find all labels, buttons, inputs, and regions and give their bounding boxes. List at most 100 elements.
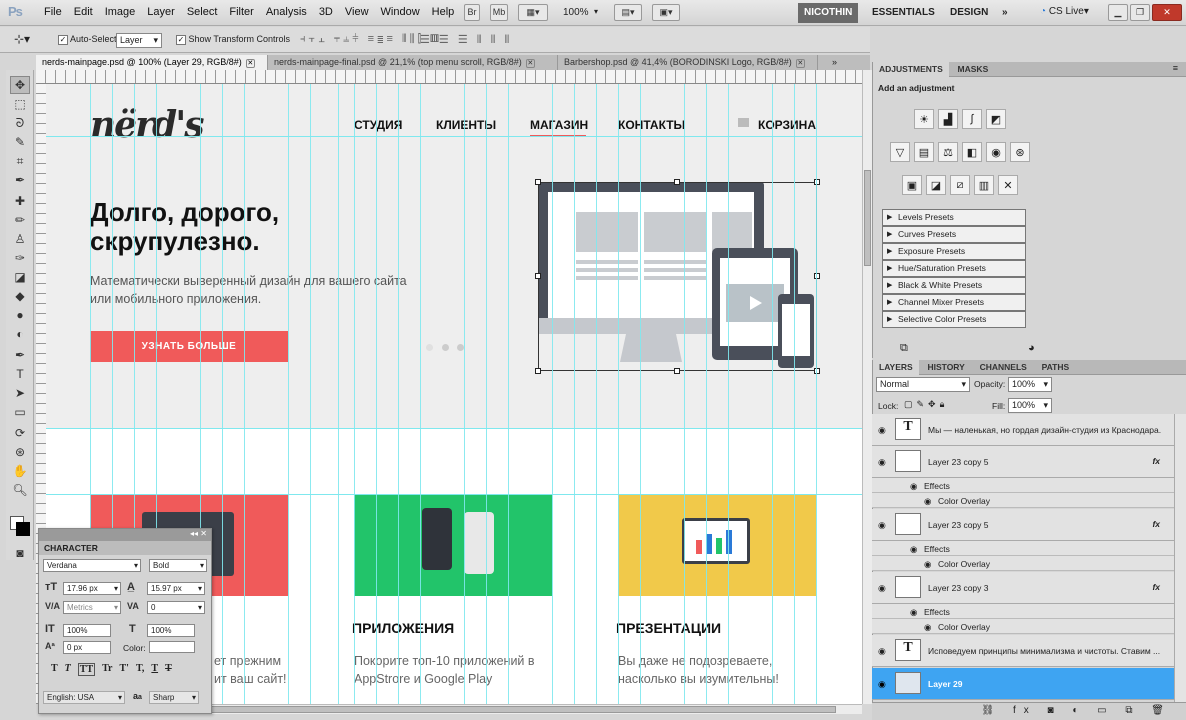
reset-icon[interactable]: ◕ (1028, 342, 1035, 354)
tab-layers[interactable]: LAYERS (873, 360, 919, 375)
slider-dot[interactable] (442, 344, 449, 351)
guide-line[interactable] (464, 84, 465, 704)
close-tab-icon[interactable]: ✕ (245, 59, 255, 68)
preset-black-white[interactable]: Black & White Presets (882, 277, 1026, 294)
transform-handle[interactable] (814, 273, 820, 279)
fx-icon[interactable]: fx (1152, 456, 1160, 466)
menu-window[interactable]: Window (381, 6, 428, 18)
extras-button[interactable]: ▦▾ (518, 4, 548, 21)
auto-select-toggle[interactable]: ✓ Auto-Select: (58, 34, 119, 45)
tab-adjustments[interactable]: ADJUSTMENTS (873, 62, 949, 77)
zoom-tool-icon[interactable]: 🔍︎ (10, 481, 30, 499)
layer-row[interactable]: ◉ Layer 23 copy 5 fx (872, 509, 1174, 541)
vibrance-icon[interactable]: ▽ (890, 142, 910, 162)
close-tab-icon[interactable]: ✕ (525, 59, 535, 68)
workspace-nicothin[interactable]: NICOTHIN (798, 3, 859, 23)
superscript-button[interactable]: T' (120, 663, 129, 676)
effects-row[interactable]: ◉ Effects (872, 478, 1174, 493)
guide-line[interactable] (772, 84, 773, 704)
faux-italic-button[interactable]: T (65, 663, 71, 676)
eyedropper-tool-icon[interactable]: ✒ (10, 171, 30, 189)
transform-handle[interactable] (814, 368, 820, 374)
gradient-map-icon[interactable]: ▥ (974, 175, 994, 195)
preset-exposure[interactable]: Exposure Presets (882, 243, 1026, 260)
visibility-eye-icon[interactable]: ◉ (878, 646, 886, 657)
hand-tool-icon[interactable]: ✋ (10, 462, 30, 480)
guide-line[interactable] (728, 84, 729, 704)
horizontal-scale-input[interactable]: 100% (147, 624, 195, 637)
guide-line[interactable] (222, 84, 223, 704)
panel-menu-icon[interactable]: ≡ (1173, 63, 1178, 73)
guide-line[interactable] (288, 84, 289, 704)
menu-image[interactable]: Image (105, 6, 144, 18)
auto-select-checkbox[interactable]: ✓ (58, 34, 68, 45)
show-transform-checkbox[interactable]: ✓ (176, 34, 186, 45)
guide-line-horizontal[interactable] (46, 494, 862, 495)
guide-line[interactable] (486, 84, 487, 704)
effects-row[interactable]: ◉ Effects (872, 541, 1174, 556)
effect-row[interactable]: ◉ Color Overlay (872, 556, 1174, 571)
guide-line[interactable] (420, 84, 421, 704)
type-tool-icon[interactable]: T (10, 365, 30, 383)
visibility-eye-icon[interactable]: ◉ (878, 679, 886, 690)
cs-live-button[interactable]: ◔ CS Live▾ (1040, 6, 1089, 17)
nav-shop[interactable]: МАГАЗИН (530, 118, 588, 132)
restore-button[interactable]: ❐ (1130, 4, 1150, 21)
lasso-tool-icon[interactable]: ᘐ (10, 114, 30, 132)
slider-dot[interactable] (457, 344, 464, 351)
transform-handle[interactable] (535, 179, 541, 185)
visibility-eye-icon[interactable]: ◉ (878, 457, 886, 468)
preset-channel-mixer[interactable]: Channel Mixer Presets (882, 294, 1026, 311)
arrange-documents-button[interactable]: ▤▾ (614, 4, 642, 21)
transform-handle[interactable] (674, 179, 680, 185)
channel-mixer-icon[interactable]: ⊛ (1010, 142, 1030, 162)
eraser-tool-icon[interactable]: ◪ (10, 268, 30, 286)
transform-handle[interactable] (674, 368, 680, 374)
move-tool-preset-icon[interactable]: ⊹▾ (14, 32, 30, 46)
visibility-eye-icon[interactable]: ◉ (878, 583, 886, 594)
fx-icon[interactable]: fx (1152, 519, 1160, 529)
foreground-color-swatch[interactable] (16, 522, 30, 536)
layers-scrollbar[interactable] (1174, 414, 1186, 704)
path-selection-tool-icon[interactable]: ➤ (10, 384, 30, 402)
3d-rotate-tool-icon[interactable]: ⟳ (10, 424, 30, 442)
threshold-icon[interactable]: ⧄ (950, 175, 970, 195)
layer-row[interactable]: ◉ T Мы — наленькая, но гордая дизайн-студи… (872, 414, 1174, 446)
nav-cart[interactable]: КОРЗИНА (758, 118, 816, 132)
menu-select[interactable]: Select (187, 6, 226, 18)
auto-select-dropdown[interactable]: Layer (116, 33, 162, 48)
preset-curves[interactable]: Curves Presets (882, 226, 1026, 243)
subscript-button[interactable]: T, (136, 663, 144, 676)
menu-analysis[interactable]: Analysis (266, 6, 315, 18)
preset-levels[interactable]: Levels Presets (882, 209, 1026, 226)
move-tool-icon[interactable]: ✥ (10, 76, 30, 94)
brush-tool-icon[interactable]: ✏ (10, 211, 30, 229)
bridge-button[interactable]: Br (464, 4, 480, 21)
minimize-button[interactable]: ▁ (1108, 4, 1128, 21)
healing-brush-tool-icon[interactable]: ✚ (10, 192, 30, 210)
levels-icon[interactable]: ▟ (938, 109, 958, 129)
anti-alias-dropdown[interactable]: Sharp (149, 691, 199, 704)
history-brush-tool-icon[interactable]: ✑ (10, 249, 30, 267)
menu-help[interactable]: Help (432, 6, 463, 18)
effect-row[interactable]: ◉ Color Overlay (872, 619, 1174, 634)
guide-line[interactable] (244, 84, 245, 704)
transform-handle[interactable] (535, 273, 541, 279)
tab-channels[interactable]: CHANNELS (974, 360, 1033, 375)
tab-barbershop[interactable]: Barbershop.psd @ 41,4% (BORODINSKI Logo,… (558, 55, 818, 70)
font-size-input[interactable]: 17.96 px (63, 582, 121, 595)
mini-bridge-button[interactable]: Mb (490, 4, 508, 21)
guide-line-horizontal[interactable] (46, 428, 862, 429)
clip-to-layer-icon[interactable]: ⧉ (900, 342, 908, 355)
font-family-dropdown[interactable]: Verdana (43, 559, 141, 572)
tab-overflow-icon[interactable]: » (832, 57, 837, 67)
preset-hue-saturation[interactable]: Hue/Saturation Presets (882, 260, 1026, 277)
guide-line[interactable] (310, 84, 311, 704)
guide-line[interactable] (354, 84, 355, 704)
shape-tool-icon[interactable]: ▭ (10, 403, 30, 421)
nav-contacts[interactable]: КОНТАКТЫ (618, 118, 685, 132)
exposure-icon[interactable]: ◩ (986, 109, 1006, 129)
hue-saturation-icon[interactable]: ▤ (914, 142, 934, 162)
guide-line[interactable] (398, 84, 399, 704)
black-white-icon[interactable]: ◧ (962, 142, 982, 162)
